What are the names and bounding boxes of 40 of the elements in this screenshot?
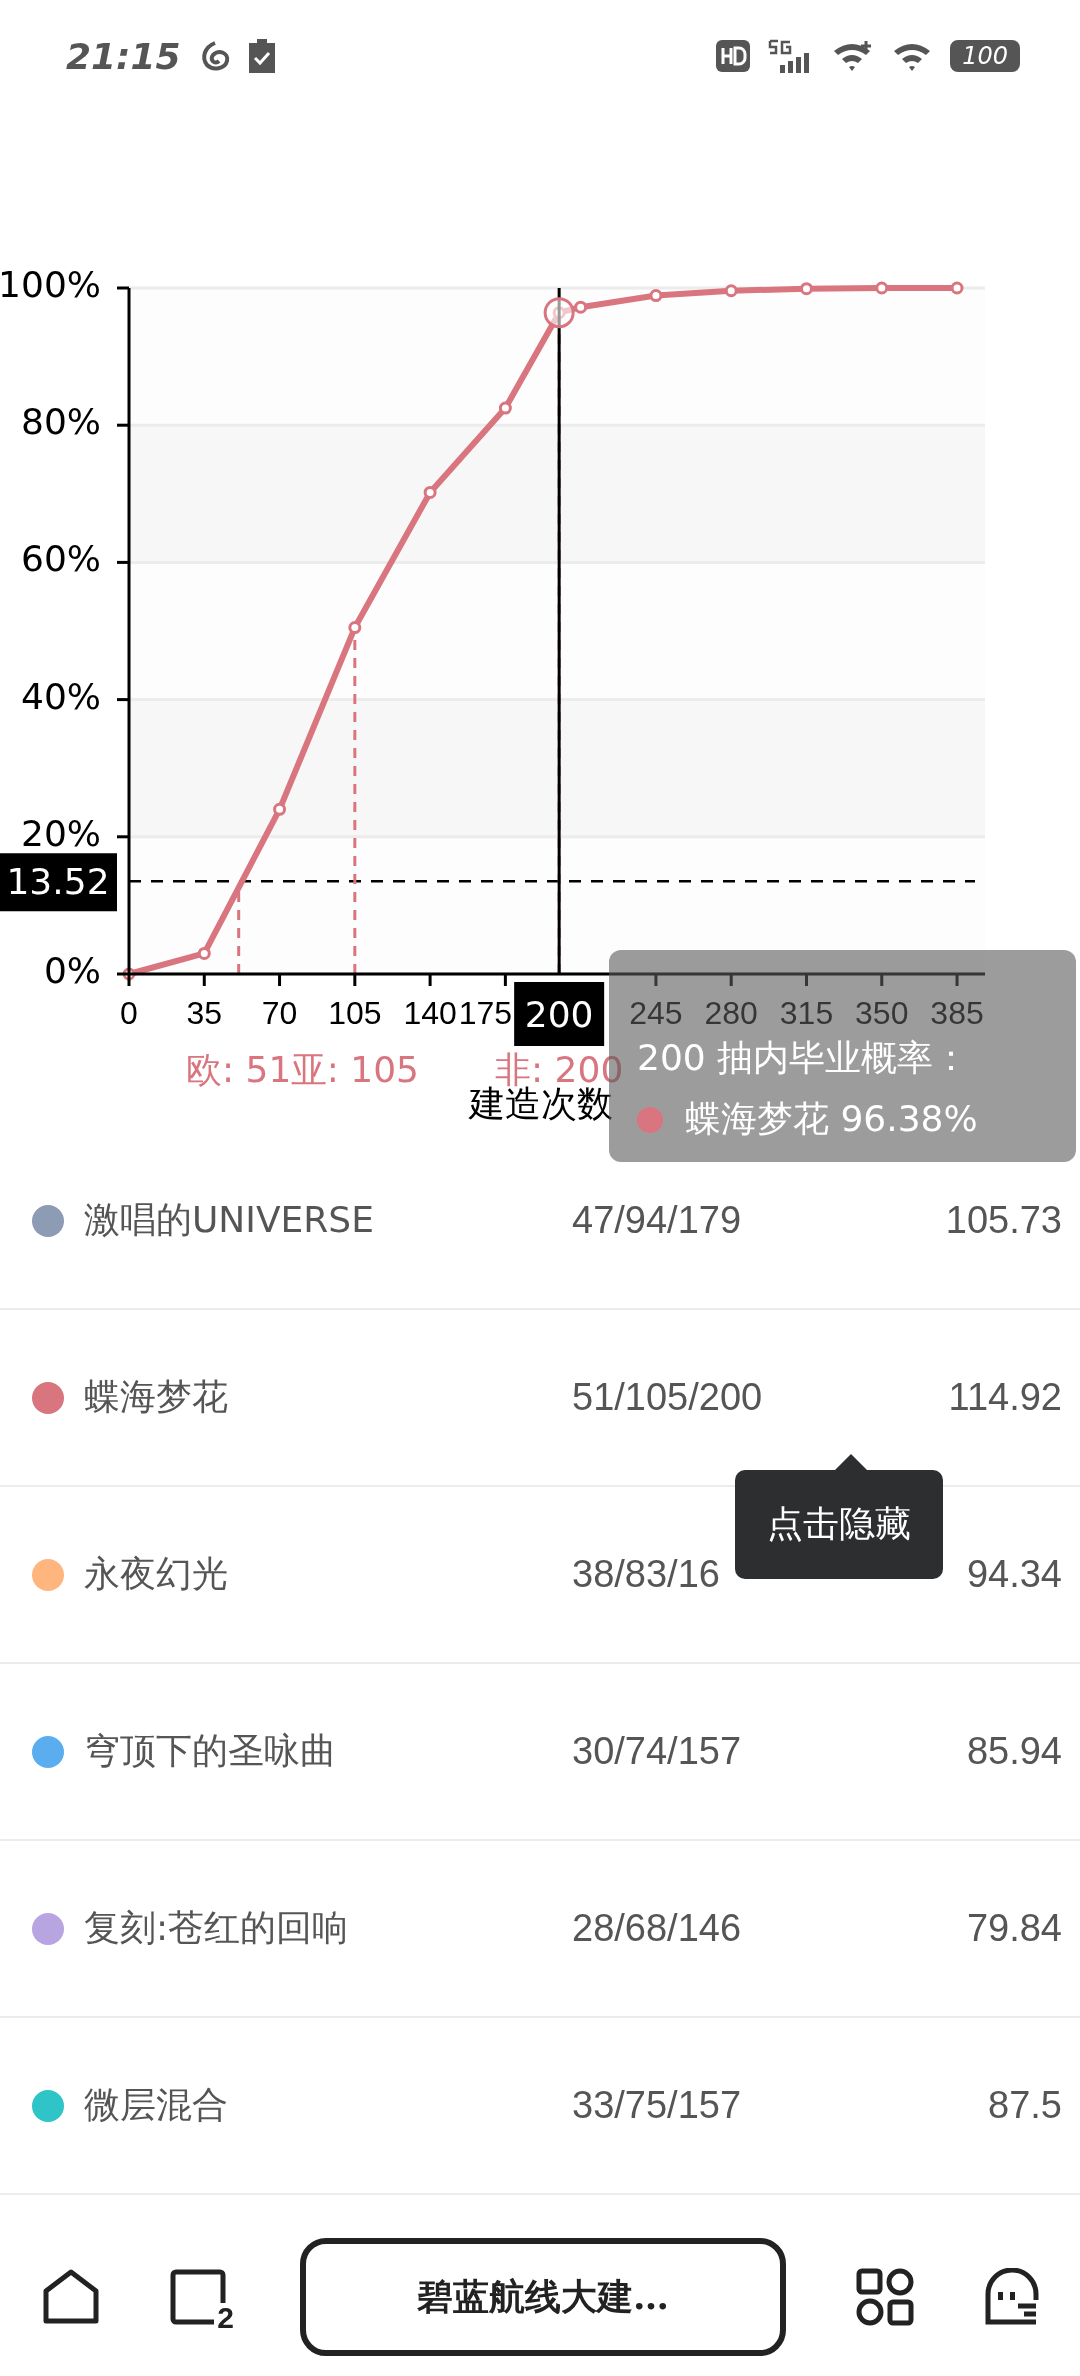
pull-counts: 30/74/157: [572, 1730, 743, 1773]
y-tick-label: 0%: [43, 950, 101, 991]
tooltip-title: 200 抽内毕业概率：: [637, 1036, 971, 1080]
marker-label: 欧: 51: [186, 1049, 292, 1090]
x-tick-label: 245: [629, 995, 683, 1031]
x-tick-label: 175: [458, 995, 513, 1031]
x-tick-label: 315: [779, 995, 834, 1031]
cursor-label: 200: [514, 982, 605, 1046]
ref-line-label: 200: [524, 994, 594, 1035]
pull-counts: 33/75/157: [572, 2084, 743, 2127]
x-tick-label: 35: [186, 995, 223, 1031]
average-value: 114.92: [948, 1376, 1062, 1419]
pull-counts: 38/83/16: [572, 1553, 721, 1596]
average-value: 79.84: [966, 1907, 1062, 1950]
hint-tooltip: 点击隐藏: [735, 1470, 943, 1579]
y-tick-label: 80%: [21, 401, 101, 443]
pull-counts: 47/94/179: [572, 1199, 743, 1242]
battery-indicator: 100: [950, 40, 1020, 72]
average-value: 87.5: [988, 2084, 1062, 2127]
x-tick-label: 105: [328, 995, 382, 1031]
x-tick-label: 280: [704, 995, 758, 1031]
y-tick-label: 20%: [21, 812, 101, 854]
pull-counts: 28/68/146: [572, 1907, 743, 1950]
x-tick-label: 385: [930, 995, 984, 1031]
x-tick-label: 140: [403, 995, 457, 1031]
tooltip-value: 蝶海梦花 96.38%: [685, 1097, 978, 1141]
threshold-label: 13.52: [0, 853, 117, 912]
y-tick-label: 100%: [0, 264, 101, 305]
clock: 21:15: [66, 35, 181, 77]
average-value: 105.73: [945, 1199, 1062, 1242]
y-tick-label: 60%: [21, 538, 101, 580]
x-tick-label: 0: [120, 995, 138, 1031]
x-tick-label: 350: [855, 995, 909, 1031]
y-tick-label: 40%: [21, 675, 101, 717]
x-tick-label: 70: [261, 995, 298, 1031]
average-value: 85.94: [966, 1730, 1062, 1773]
ref-line-label: 13.52: [6, 861, 110, 903]
pull-counts: 51/105/200: [572, 1376, 764, 1419]
average-value: 94.34: [966, 1553, 1062, 1596]
marker-label: 亚: 105: [290, 1049, 419, 1090]
